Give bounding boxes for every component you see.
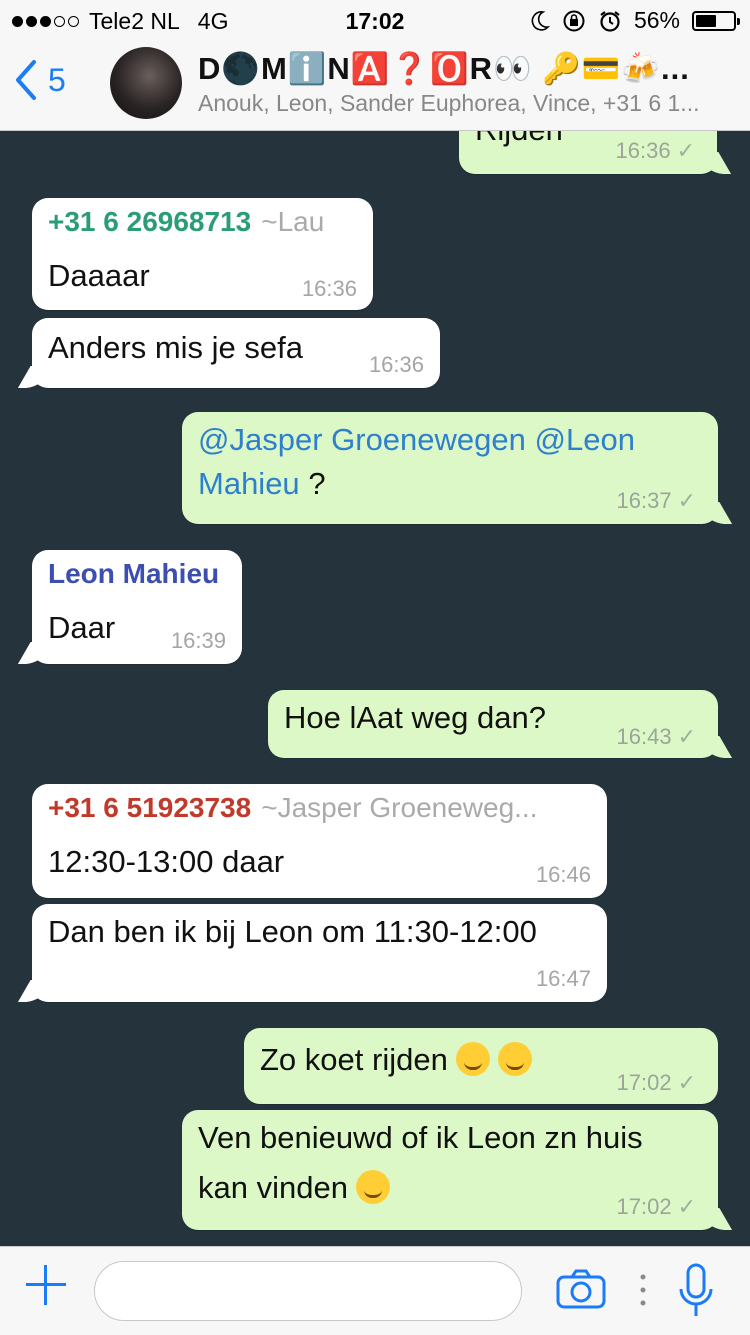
moon-icon — [531, 10, 550, 31]
message-time: 16:37 ✓ — [616, 488, 697, 513]
message-bubble-incoming[interactable]: Leon Mahieu Daar 16:39 — [32, 550, 242, 664]
sent-check-icon: ✓ — [677, 488, 696, 513]
message-time: 16:47 — [535, 966, 591, 991]
message-time: 17:02 ✓ — [616, 1070, 697, 1095]
message-time: 16:43 ✓ — [616, 724, 697, 749]
sender-name[interactable]: +31 6 26968713 ~Lau — [48, 206, 324, 238]
message-bubble-outgoing[interactable]: Rijden 16:36✓ — [459, 130, 717, 174]
chevron-left-icon — [16, 60, 36, 100]
unread-count: 5 — [48, 61, 66, 98]
more-icon[interactable] — [640, 1273, 646, 1307]
battery-percent: 56% — [633, 7, 680, 33]
message-text: @Jasper Groenewegen @Leon Mahieu ? — [198, 422, 635, 501]
sent-check-icon: ✓ — [677, 1194, 696, 1219]
group-title[interactable]: D🌑Mℹ️N🅰️❓🅾️R👀 🔑💳🍻... — [198, 50, 743, 87]
camera-icon[interactable] — [556, 1269, 606, 1309]
sent-check-icon: ✓ — [677, 724, 696, 749]
message-bubble-outgoing[interactable]: Hoe lAat weg dan? 16:43 ✓ — [268, 690, 718, 758]
status-bar: Tele2 NL 4G 17:02 56% — [0, 0, 750, 40]
message-time: 16:36 — [368, 352, 424, 377]
thinking-face-icon — [455, 1042, 490, 1076]
message-text: Anders mis je sefa — [48, 330, 303, 365]
message-text: Zo koet rijden — [260, 1038, 532, 1082]
message-bubble-incoming[interactable]: Anders mis je sefa 16:36 — [32, 318, 440, 388]
mention[interactable]: @Leon — [535, 422, 635, 457]
message-bubble-outgoing[interactable]: Ven benieuwd of ik Leon zn huis kan vind… — [182, 1110, 718, 1230]
rotation-lock-icon — [563, 10, 585, 31]
message-bubble-outgoing[interactable]: Zo koet rijden 17:02 ✓ — [244, 1028, 718, 1104]
microphone-icon[interactable] — [676, 1263, 716, 1321]
message-text: Daaaar — [48, 258, 150, 293]
group-avatar[interactable] — [110, 47, 182, 119]
message-time: 17:02 ✓ — [616, 1194, 697, 1219]
message-text: Dan ben ik bij Leon om 11:30-12:00 — [48, 914, 537, 949]
group-members[interactable]: Anouk, Leon, Sander Euphorea, Vince, +31… — [198, 90, 743, 117]
message-time: 16:46 — [535, 862, 591, 887]
alarm-icon — [600, 10, 620, 32]
message-list[interactable]: Rijden 16:36✓ +31 6 26968713~Lau Daaaar … — [0, 130, 750, 1246]
message-time: 16:36 ✓ — [615, 138, 696, 163]
sender-name[interactable]: +31 6 51923738 ~Jasper Groeneweg... — [48, 792, 538, 824]
mention[interactable]: @Jasper Groenewegen — [198, 422, 526, 457]
chat-header: Tele2 NL 4G 17:02 56% 5 D🌑Mℹ️N🅰️❓🅾️R👀 🔑💳… — [0, 0, 750, 131]
message-text: 12:30-13:00 daar — [48, 844, 285, 879]
battery-icon — [692, 10, 740, 31]
back-button[interactable]: 5 — [14, 60, 66, 100]
message-text: Daar — [48, 610, 116, 645]
message-bubble-incoming[interactable]: Dan ben ik bij Leon om 11:30-12:00 16:47 — [32, 904, 607, 1002]
composer-bar — [0, 1246, 750, 1335]
tears-of-joy-icon — [355, 1170, 390, 1204]
mention[interactable]: Mahieu — [198, 466, 300, 501]
message-text: Rijden — [475, 130, 563, 152]
message-bubble-incoming[interactable]: +31 6 26968713 ~Lau Daaaar 16:36 — [32, 198, 373, 310]
message-bubble-outgoing[interactable]: @Jasper Groenewegen @Leon Mahieu ? 16:37… — [182, 412, 718, 524]
message-bubble-incoming[interactable]: +31 6 51923738 ~Jasper Groeneweg... 12:30… — [32, 784, 607, 898]
message-text: kan vinden — [198, 1166, 390, 1210]
sender-name[interactable]: Leon Mahieu — [48, 558, 219, 590]
sent-check-icon: ✓ — [677, 1070, 696, 1095]
message-input[interactable] — [94, 1261, 522, 1321]
message-time: 16:39 — [170, 628, 226, 653]
plus-icon[interactable] — [26, 1265, 66, 1305]
message-time: 16:36 — [301, 276, 357, 301]
thinking-face-icon — [497, 1042, 532, 1076]
message-text: Ven benieuwd of ik Leon zn huis — [198, 1120, 643, 1155]
message-text: Hoe lAat weg dan? — [284, 700, 546, 735]
sent-check-icon: ✓ — [676, 138, 695, 163]
